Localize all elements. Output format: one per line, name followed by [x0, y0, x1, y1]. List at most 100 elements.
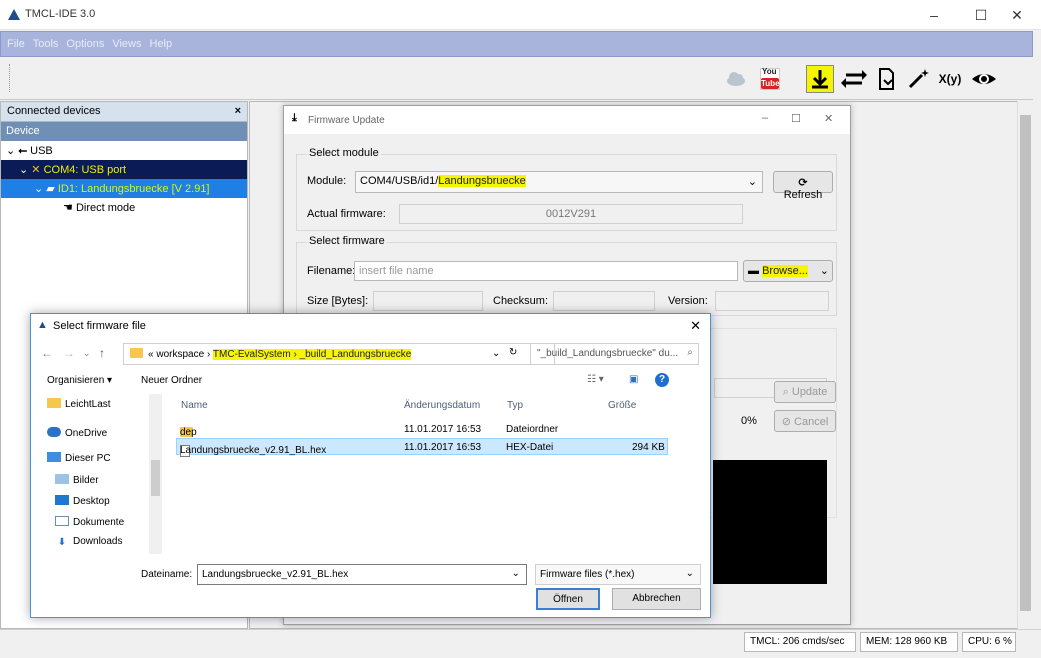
nav-label: OneDrive	[65, 428, 108, 439]
status-memory: MEM: 128 960 KB	[860, 632, 958, 652]
breadcrumb-build-folder[interactable]: _build_Landungsbruecke	[299, 349, 412, 360]
filename-value: Landungsbruecke_v2.91_BL.hex	[202, 569, 349, 580]
column-header-name[interactable]: Name	[181, 400, 208, 411]
wizard-icon[interactable]	[904, 65, 932, 93]
nav-label: Dieser PC	[65, 453, 111, 464]
select-firmware-file-dialog: ▲ Select firmware file ✕ ← → ⌄ ↑ « works…	[30, 313, 711, 618]
plug-icon: ✕	[31, 164, 41, 176]
cloud-icon	[47, 427, 61, 437]
scrollbar-thumb[interactable]	[1020, 115, 1031, 611]
menu-file[interactable]: File	[1, 32, 27, 50]
update-button[interactable]: ⌕ Update	[774, 381, 836, 403]
file-size: 294 KB	[632, 442, 665, 453]
tree-label-usb: USB	[30, 145, 53, 157]
filetype-value: Firmware files (*.hex)	[540, 569, 635, 580]
chevron-down-icon[interactable]: ⌄	[34, 183, 43, 195]
tree-item-module[interactable]: ⌄ ▰ ID1: Landungsbruecke [V 2.91]	[1, 179, 247, 198]
minimize-button[interactable]: –	[915, 0, 953, 30]
nav-item-leichtlast[interactable]: LeichtLast	[47, 398, 111, 410]
column-header-date[interactable]: Änderungsdatum	[404, 400, 480, 411]
file-row-dep[interactable]: dep 11.01.2017 16:53 Dateiordner	[176, 421, 668, 438]
module-value-prefix: COM4/USB/id1/	[360, 175, 439, 187]
maximize-button[interactable]: ☐	[962, 0, 1000, 30]
main-vertical-scrollbar[interactable]	[1017, 101, 1033, 629]
dialog-close-button[interactable]: ✕	[824, 112, 833, 125]
browse-button[interactable]: ▬ Browse... ⌄	[743, 260, 833, 282]
nav-item-downloads[interactable]: ⬇ Downloads	[55, 536, 123, 548]
chevron-down-icon[interactable]: ⌄	[6, 145, 15, 157]
chevron-down-icon[interactable]: ⌄	[19, 164, 28, 176]
organize-button[interactable]: Organisieren ▾	[47, 375, 112, 386]
navigation-scrollbar-thumb[interactable]	[151, 460, 160, 496]
browse-dropdown-icon[interactable]: ⌄	[820, 264, 829, 277]
dialog-minimize-button[interactable]: –	[762, 112, 768, 124]
nav-item-onedrive[interactable]: OneDrive	[47, 427, 107, 439]
youtube-icon[interactable]: You Tube	[756, 65, 784, 93]
download-firmware-icon[interactable]	[806, 65, 834, 93]
folder-icon: ▬	[748, 265, 759, 277]
tree-item-direct-mode[interactable]: ☚ Direct mode	[1, 198, 247, 217]
close-button[interactable]: ✕	[998, 0, 1036, 30]
exchange-icon[interactable]	[840, 65, 868, 93]
filetype-dropdown-icon[interactable]: ⌄	[686, 568, 694, 579]
view-options-icon[interactable]: ☷ ▾	[587, 374, 604, 385]
breadcrumb-separator: ›	[206, 349, 213, 360]
address-bar[interactable]: « workspace › TMC-EvalSystem › _build_La…	[123, 343, 555, 365]
nav-item-dieser-pc[interactable]: Dieser PC	[47, 452, 111, 464]
breadcrumb-workspace[interactable]: workspace	[156, 349, 204, 360]
menu-tools[interactable]: Tools	[27, 32, 61, 50]
cancel-icon: ⊘	[781, 416, 791, 428]
column-header-type[interactable]: Typ	[507, 400, 523, 411]
file-dialog-close-icon[interactable]: ✕	[690, 318, 701, 334]
recent-dropdown-icon[interactable]: ⌄	[83, 348, 91, 359]
filetype-select[interactable]: Firmware files (*.hex) ⌄	[535, 564, 701, 585]
dialog-maximize-button[interactable]: ☐	[791, 112, 801, 125]
filename-field[interactable]: Landungsbruecke_v2.91_BL.hex ⌄	[197, 564, 527, 585]
menu-views[interactable]: Views	[106, 32, 143, 50]
eye-icon[interactable]	[970, 65, 998, 93]
export-icon[interactable]	[872, 65, 900, 93]
preview-pane-icon[interactable]: ▣	[629, 374, 638, 385]
file-row-hex[interactable]: Landungsbruecke_v2.91_BL.hex 11.01.2017 …	[176, 438, 668, 457]
select-firmware-heading: Select firmware	[307, 235, 387, 247]
up-arrow-icon[interactable]: ↑	[99, 346, 105, 360]
cloud-icon[interactable]	[722, 65, 750, 93]
menu-options[interactable]: Options	[60, 32, 106, 50]
nav-item-desktop[interactable]: Desktop	[55, 495, 110, 507]
module-value-name: Landungsbruecke	[438, 175, 526, 187]
tree-item-usb[interactable]: ⌄ ⭠ USB	[1, 141, 247, 160]
new-folder-button[interactable]: Neuer Ordner	[141, 375, 202, 386]
refresh-button[interactable]: ⟳ Refresh	[773, 171, 833, 201]
select-firmware-group: Select firmware Filename: insert file na…	[296, 235, 837, 316]
abbrechen-button[interactable]: Abbrechen	[612, 588, 701, 610]
address-dropdown-icon[interactable]: ⌄	[492, 348, 500, 359]
toolbar-grip[interactable]	[9, 64, 12, 92]
refresh-icon[interactable]: ↻	[509, 347, 517, 358]
navigation-scrollbar[interactable]	[149, 394, 162, 554]
module-select[interactable]: COM4/USB/id1/Landungsbruecke ⌄	[355, 171, 763, 193]
function-icon[interactable]: X(y)	[936, 65, 964, 93]
nav-item-bilder[interactable]: Bilder	[55, 474, 99, 486]
cancel-button[interactable]: ⊘ Cancel	[774, 410, 836, 432]
documents-icon	[55, 516, 69, 526]
nav-label: Downloads	[73, 536, 123, 547]
download-icon: ⤓	[292, 112, 297, 124]
firmware-update-title: Firmware Update	[308, 115, 385, 126]
breadcrumb-tmc-evalsystem[interactable]: TMC-EvalSystem	[212, 349, 291, 360]
board-icon: ▰	[46, 183, 55, 195]
open-button[interactable]: Öffnen	[536, 588, 600, 610]
back-arrow-icon[interactable]: ←	[41, 346, 53, 360]
nav-item-dokumente[interactable]: Dokumente	[55, 516, 124, 528]
forward-arrow-icon[interactable]: →	[63, 346, 75, 360]
column-header-size[interactable]: Größe	[608, 400, 636, 411]
file-dialog-titlebar: ▲ Select firmware file ✕	[31, 314, 710, 340]
filename-input[interactable]: insert file name	[354, 261, 738, 281]
search-input[interactable]: "_build_Landungsbruecke" du... ⌕	[530, 343, 699, 365]
youtube-you-text: You	[762, 67, 777, 76]
menu-help[interactable]: Help	[144, 32, 175, 50]
tree-item-com-port[interactable]: ⌄ ✕ COM4: USB port	[1, 160, 247, 179]
panel-close-icon[interactable]: ×	[235, 105, 241, 117]
filename-dropdown-icon[interactable]: ⌄	[512, 568, 520, 579]
navigation-pane: LeichtLast OneDrive Dieser PC Bilder Des…	[31, 394, 162, 554]
help-icon[interactable]: ?	[655, 373, 669, 387]
